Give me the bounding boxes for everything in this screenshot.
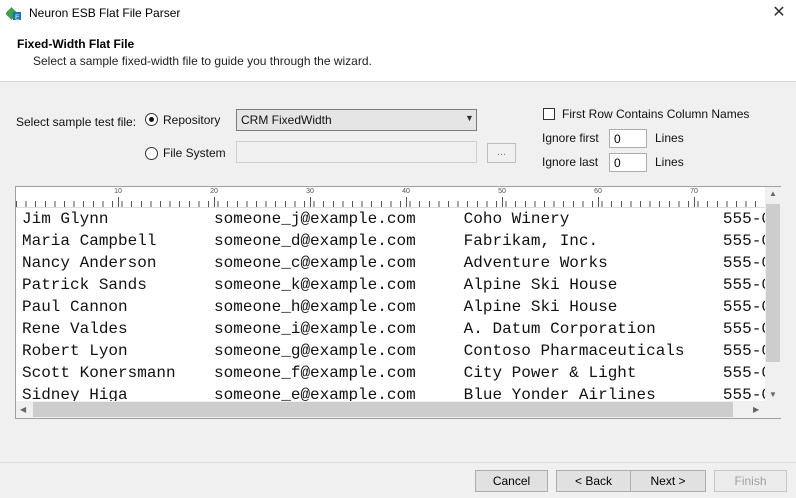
ruler-major-tick [694, 197, 695, 207]
ruler-major-tick [502, 197, 503, 207]
first-row-checkbox[interactable] [543, 108, 555, 120]
scroll-right-icon[interactable]: ▶ [753, 405, 759, 414]
svg-text:E: E [15, 15, 20, 22]
browse-button[interactable]: ... [487, 143, 516, 163]
back-button[interactable]: < Back [556, 470, 631, 492]
next-button[interactable]: Next > [630, 470, 706, 492]
ruler-label: 10 [114, 188, 122, 195]
scroll-left-icon[interactable]: ◀ [20, 405, 26, 414]
ignore-last-value: 0 [614, 156, 621, 170]
ruler-label: 30 [306, 188, 314, 195]
file-path-input[interactable] [236, 141, 477, 163]
ruler-major-tick [118, 197, 119, 207]
ruler-label: 20 [210, 188, 218, 195]
repository-radio[interactable] [145, 113, 158, 126]
page-title: Fixed-Width Flat File [17, 37, 135, 51]
repository-label: Repository [163, 113, 221, 127]
file-system-radio[interactable] [145, 147, 158, 160]
ignore-last-label: Ignore last [542, 155, 599, 169]
horizontal-scroll-thumb[interactable] [33, 402, 733, 417]
ruler-label: 60 [594, 188, 602, 195]
file-line: Jim Glynn someone_j@example.com Coho Win… [22, 210, 765, 228]
window-title: Neuron ESB Flat File Parser [29, 6, 181, 20]
app-icon: E [6, 7, 21, 22]
file-line: Nancy Anderson someone_c@example.com Adv… [22, 254, 765, 272]
file-system-label: File System [163, 146, 226, 160]
ruler-major-tick [406, 197, 407, 207]
lines-label: Lines [655, 131, 684, 145]
ruler-major-tick [310, 197, 311, 207]
chevron-down-icon[interactable]: ▼ [465, 113, 474, 123]
first-row-label: First Row Contains Column Names [562, 107, 750, 121]
finish-button[interactable]: Finish [714, 470, 787, 492]
ruler-ticks [16, 201, 765, 207]
ruler-major-tick [214, 197, 215, 207]
ignore-last-input[interactable]: 0 [609, 153, 647, 172]
vertical-scroll-thumb[interactable] [766, 204, 780, 362]
ignore-first-label: Ignore first [542, 131, 599, 145]
ruler-label: 50 [498, 188, 506, 195]
cancel-button[interactable]: Cancel [475, 470, 548, 492]
ruler-label: 40 [402, 188, 410, 195]
file-line: Patrick Sands someone_k@example.com Alpi… [22, 276, 765, 294]
footer-divider [0, 462, 796, 463]
file-line: Scott Konersmann someone_f@example.com C… [22, 364, 765, 382]
ignore-first-value: 0 [614, 132, 621, 146]
column-ruler[interactable]: 10 20 30 40 50 60 70 [16, 187, 765, 208]
file-line: Rene Valdes someone_i@example.com A. Dat… [22, 320, 765, 338]
scroll-up-icon[interactable]: ▲ [769, 189, 777, 198]
close-icon[interactable]: ✕ [764, 2, 794, 26]
page-subtitle: Select a sample fixed-width file to guid… [33, 54, 372, 68]
file-line: Sidney Higa someone_e@example.com Blue Y… [22, 386, 765, 401]
ruler-label: 70 [690, 188, 698, 195]
scroll-down-icon[interactable]: ▼ [769, 390, 777, 399]
lines-label: Lines [655, 155, 684, 169]
ignore-first-input[interactable]: 0 [609, 129, 647, 148]
sample-file-label: Select sample test file: [16, 115, 137, 129]
ruler-major-tick [598, 197, 599, 207]
file-line: Paul Cannon someone_h@example.com Alpine… [22, 298, 765, 316]
file-line: Robert Lyon someone_g@example.com Contos… [22, 342, 765, 360]
repository-selected-value: CRM FixedWidth [241, 113, 332, 127]
file-line: Maria Campbell someone_d@example.com Fab… [22, 232, 765, 250]
file-lines: Jim Glynn someone_j@example.com Coho Win… [16, 208, 765, 401]
